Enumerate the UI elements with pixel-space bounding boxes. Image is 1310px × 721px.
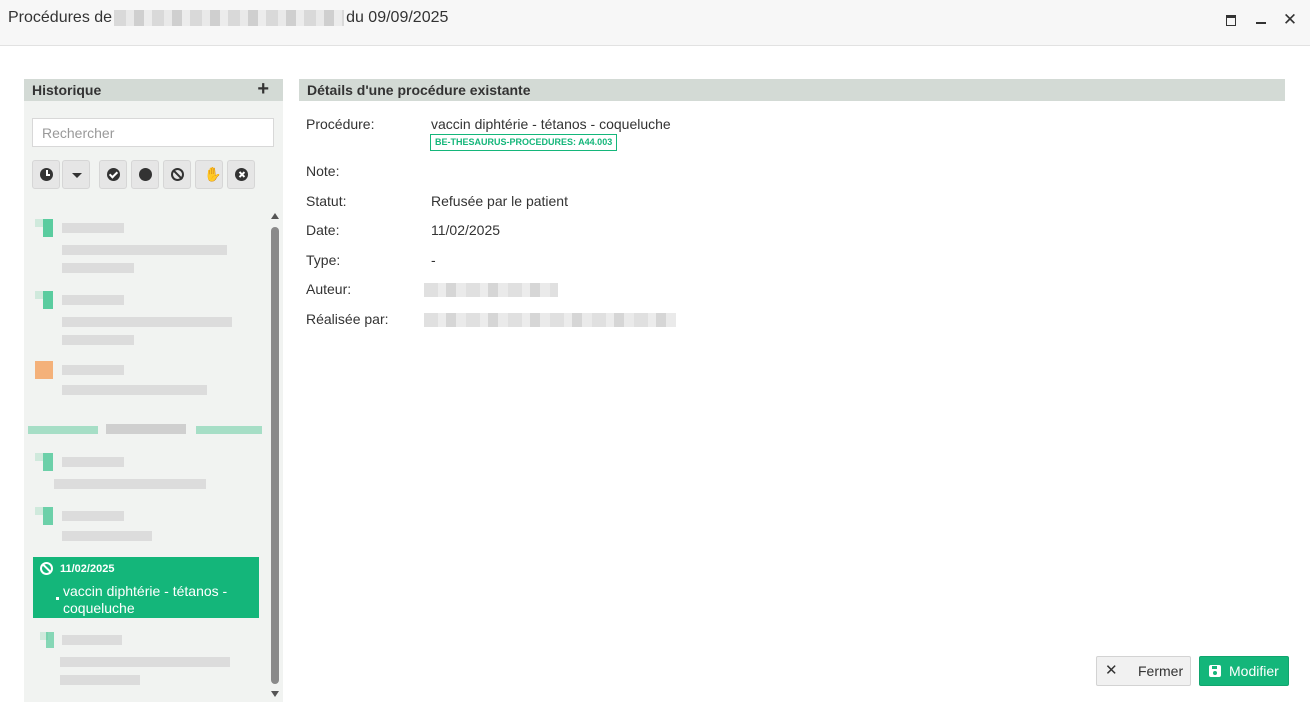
label-type: Type:: [306, 252, 341, 268]
save-button[interactable]: Modifier: [1199, 656, 1289, 686]
ban-icon: [171, 168, 184, 181]
close-icon: ✕: [1105, 662, 1118, 679]
filter-refused-button[interactable]: [163, 160, 191, 189]
value-statut: Refusée par le patient: [431, 193, 568, 209]
scrollbar-thumb[interactable]: [271, 227, 279, 684]
filter-planned-button[interactable]: [131, 160, 159, 189]
label-statut: Statut:: [306, 193, 347, 209]
ban-icon: [40, 562, 53, 575]
minimize-icon[interactable]: [1251, 10, 1271, 30]
sidebar-title: Historique: [32, 82, 102, 98]
label-note: Note:: [306, 163, 340, 179]
maximize-icon[interactable]: [1221, 10, 1241, 30]
add-icon[interactable]: +: [257, 79, 269, 99]
value-procedure: vaccin diphtérie - tétanos - coqueluche: [431, 116, 671, 132]
x-circle-icon: [235, 168, 248, 181]
window-titlebar: Procédures de du 09/09/2025 ✕: [0, 0, 1310, 46]
close-button[interactable]: ✕ Fermer: [1096, 656, 1191, 686]
value-auteur-redacted: [424, 283, 558, 297]
item-name: vaccin diphtérie - tétanos - coqueluche: [63, 583, 228, 616]
redacted-patient-name: [114, 9, 345, 26]
sidebar-header: Historique +: [24, 79, 283, 101]
list-item-selected[interactable]: 11/02/2025 vaccin diphtérie - tétanos - …: [33, 557, 259, 618]
window-title: Procédures de du 09/09/2025: [8, 9, 448, 27]
history-sidebar: Historique + ✋: [24, 79, 283, 702]
value-date: 11/02/2025: [431, 222, 501, 238]
label-date: Date:: [306, 222, 340, 238]
save-button-label: Modifier: [1229, 663, 1279, 679]
filter-dropdown-button[interactable]: [62, 160, 90, 189]
bullet-icon: [56, 597, 59, 600]
history-list[interactable]: 11/02/2025 vaccin diphtérie - tétanos - …: [24, 209, 264, 699]
save-icon: [1209, 665, 1221, 677]
filter-stopped-button[interactable]: ✋: [195, 160, 223, 189]
chevron-down-icon: [72, 173, 82, 178]
clock-icon: [40, 168, 53, 181]
details-header: Détails d'une procédure existante: [299, 79, 1285, 101]
search-input[interactable]: [32, 118, 274, 147]
close-button-label: Fermer: [1138, 663, 1184, 679]
title-suffix: du 09/09/2025: [346, 9, 449, 26]
scroll-up-icon[interactable]: [271, 213, 279, 219]
filter-toolbar: ✋: [24, 160, 283, 189]
filter-cancelled-button[interactable]: [227, 160, 255, 189]
item-date: 11/02/2025: [60, 563, 115, 575]
value-realisee-redacted: [424, 313, 676, 327]
scroll-down-icon[interactable]: [271, 691, 279, 697]
label-procedure: Procédure:: [306, 116, 375, 132]
value-type: -: [431, 252, 436, 268]
list-scrollbar[interactable]: [269, 209, 281, 699]
hand-icon: ✋: [204, 166, 222, 182]
label-realisee: Réalisée par:: [306, 311, 389, 327]
label-auteur: Auteur:: [306, 281, 352, 297]
check-circle-icon: [107, 168, 120, 181]
circle-icon: [139, 168, 152, 181]
title-prefix: Procédures de: [8, 9, 113, 26]
close-icon[interactable]: ✕: [1280, 10, 1300, 30]
filter-completed-button[interactable]: [99, 160, 127, 189]
filter-clock-button[interactable]: [32, 160, 60, 189]
procedure-code-badge: BE-THESAURUS-PROCEDURES: A44.003: [430, 134, 618, 151]
